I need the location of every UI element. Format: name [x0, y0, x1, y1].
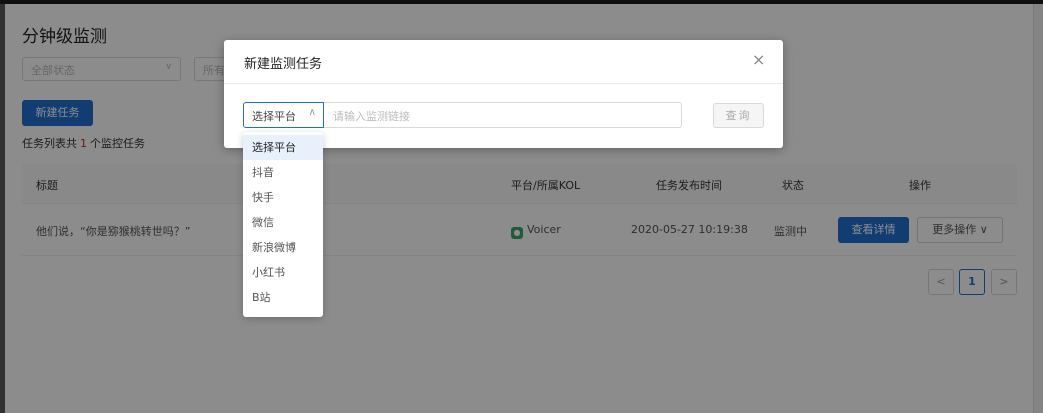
dropdown-option-wechat[interactable]: 微信: [243, 210, 323, 235]
dropdown-option-select-platform[interactable]: 选择平台: [243, 135, 323, 160]
dropdown-option-douyin[interactable]: 抖音: [243, 160, 323, 185]
query-button[interactable]: 查询: [713, 103, 764, 128]
dropdown-option-xiaohongshu[interactable]: 小红书: [243, 260, 323, 285]
platform-select[interactable]: 选择平台 ∧: [243, 102, 324, 128]
monitor-link-input[interactable]: 请输入监测链接: [324, 102, 682, 128]
platform-dropdown: 选择平台 抖音 快手 微信 新浪微博 小红书 B站: [243, 132, 323, 317]
dropdown-option-kuaishou[interactable]: 快手: [243, 185, 323, 210]
dropdown-option-bilibili[interactable]: B站: [243, 285, 323, 310]
platform-select-value: 选择平台: [252, 110, 296, 123]
chevron-up-icon: ∧: [308, 107, 316, 118]
close-icon[interactable]: ×: [752, 50, 765, 69]
modal-title: 新建监测任务: [244, 57, 323, 72]
dropdown-option-weibo[interactable]: 新浪微博: [243, 235, 323, 260]
modal-divider: [224, 83, 783, 84]
